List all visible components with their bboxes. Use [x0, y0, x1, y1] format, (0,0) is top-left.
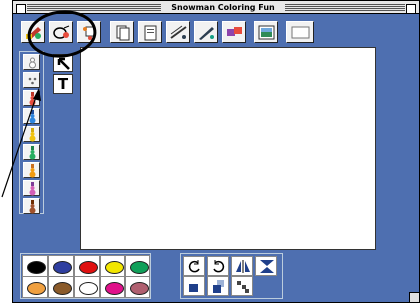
scatter-icon — [237, 281, 249, 293]
brown-snowman-icon — [29, 200, 36, 214]
swatch-dot — [27, 261, 46, 274]
eraser-tool-button[interactable] — [222, 21, 246, 43]
paste-icon — [144, 25, 157, 41]
paste-button[interactable] — [138, 21, 162, 43]
drawing-canvas[interactable] — [80, 47, 376, 250]
snowman-icon — [29, 57, 36, 69]
swatch-yellow[interactable] — [100, 255, 125, 277]
sticker-yellow-hat[interactable] — [23, 126, 40, 142]
swatch-white[interactable] — [74, 276, 100, 298]
color-picker-button[interactable] — [49, 21, 73, 43]
title-bar-stripes — [27, 4, 161, 11]
green-snowman-icon — [29, 146, 36, 160]
title-bar[interactable]: Snowman Coloring Fun — [12, 0, 420, 14]
swatch-dot — [53, 261, 72, 274]
flip-horizontal-icon — [236, 260, 250, 273]
eraser-tool-icon — [227, 27, 242, 36]
swatch-black[interactable] — [22, 255, 48, 277]
picture-icon — [258, 25, 275, 40]
sticker-snowman-white[interactable] — [23, 54, 40, 70]
copy-button[interactable] — [110, 21, 134, 43]
line-tool-button[interactable] — [166, 21, 190, 43]
bring-front-icon — [189, 284, 198, 292]
zoom-box-icon[interactable] — [406, 4, 416, 14]
sticker-brown-hat[interactable] — [23, 198, 40, 214]
sticker-green-hat[interactable] — [23, 144, 40, 160]
arrow-tool-button[interactable] — [53, 54, 73, 72]
rotate-right-icon — [213, 260, 225, 273]
window-title: Snowman Coloring Fun — [163, 2, 283, 13]
pencil-tool-icon — [199, 27, 214, 40]
swatch-dot — [27, 282, 46, 295]
sticker-orange-hat[interactable] — [23, 162, 40, 178]
scatter-button[interactable] — [231, 276, 253, 296]
pencil-tool-button[interactable] — [194, 21, 218, 43]
flip-horizontal-button[interactable] — [231, 256, 253, 276]
sticker-dots[interactable] — [23, 72, 40, 88]
orange-snowman-icon — [29, 164, 36, 178]
swatch-brown[interactable] — [48, 276, 74, 298]
stamp-icon — [83, 26, 95, 40]
copy-icon — [116, 25, 130, 41]
swatch-orange[interactable] — [22, 276, 48, 298]
bring-front-button[interactable] — [183, 276, 205, 296]
close-box-icon[interactable] — [16, 4, 26, 14]
paint-palette-button[interactable] — [21, 21, 45, 43]
swatch-dot — [130, 261, 149, 274]
purple-snowman-icon — [29, 182, 36, 196]
stamp-button[interactable] — [77, 21, 101, 43]
blank-page-button[interactable] — [286, 21, 314, 43]
sticker-red-hat[interactable] — [23, 90, 40, 106]
title-bar-stripes — [285, 4, 405, 11]
flip-vertical-icon — [260, 260, 274, 273]
sticker-blue-hat[interactable] — [23, 108, 40, 124]
yellow-snowman-icon — [29, 128, 36, 142]
send-back-button[interactable] — [207, 276, 229, 296]
color-picker-icon — [53, 25, 70, 39]
swatch-dot — [130, 282, 149, 295]
dots-icon — [28, 77, 37, 85]
swatch-dot — [105, 282, 124, 295]
picture-button[interactable] — [254, 21, 278, 43]
resize-box-icon[interactable] — [409, 292, 420, 303]
sticker-purple-hat[interactable] — [23, 180, 40, 196]
red-snowman-icon — [29, 92, 36, 106]
swatch-dot — [105, 261, 124, 274]
swatch-magenta[interactable] — [100, 276, 125, 298]
send-back-icon — [213, 280, 224, 293]
blue-snowman-icon — [29, 110, 36, 124]
swatch-dot — [79, 261, 98, 274]
swatch-green[interactable] — [125, 255, 150, 277]
rotate-left-icon — [188, 260, 200, 273]
swatch-red[interactable] — [74, 255, 100, 277]
rotate-right-button[interactable] — [207, 256, 229, 276]
swatch-dot — [53, 282, 72, 295]
line-tool-icon — [170, 25, 187, 39]
rotate-left-button[interactable] — [183, 256, 205, 276]
text-tool-button[interactable]: T — [53, 74, 73, 94]
paint-palette-icon — [26, 27, 41, 40]
blank-page-icon — [291, 26, 310, 39]
swatch-navy[interactable] — [48, 255, 74, 277]
swatch-rose[interactable] — [125, 276, 150, 298]
arrow-cursor-icon — [57, 57, 70, 70]
flip-vertical-button[interactable] — [255, 256, 277, 276]
swatch-dot — [79, 282, 98, 295]
